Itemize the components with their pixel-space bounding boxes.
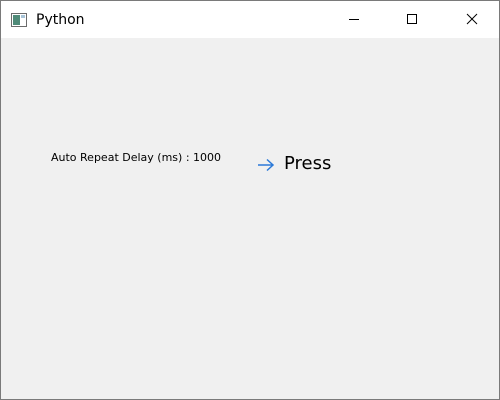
maximize-icon bbox=[406, 10, 418, 29]
app-window: Python Auto Repeat Delay (ms) : 1000 Pre… bbox=[0, 0, 500, 400]
maximize-button[interactable] bbox=[389, 1, 435, 38]
close-button[interactable] bbox=[449, 1, 495, 38]
minimize-button[interactable] bbox=[331, 1, 377, 38]
client-area: Auto Repeat Delay (ms) : 1000 Press bbox=[1, 38, 499, 399]
press-button[interactable]: Press bbox=[256, 149, 331, 179]
close-icon bbox=[466, 10, 478, 29]
title-bar[interactable]: Python bbox=[1, 1, 499, 38]
auto-repeat-delay-label: Auto Repeat Delay (ms) : 1000 bbox=[51, 151, 222, 164]
window-title: Python bbox=[36, 12, 85, 28]
arrow-right-icon bbox=[256, 157, 276, 172]
minimize-icon bbox=[348, 10, 360, 29]
python-window-icon[interactable] bbox=[11, 12, 27, 27]
press-button-label: Press bbox=[284, 153, 332, 174]
